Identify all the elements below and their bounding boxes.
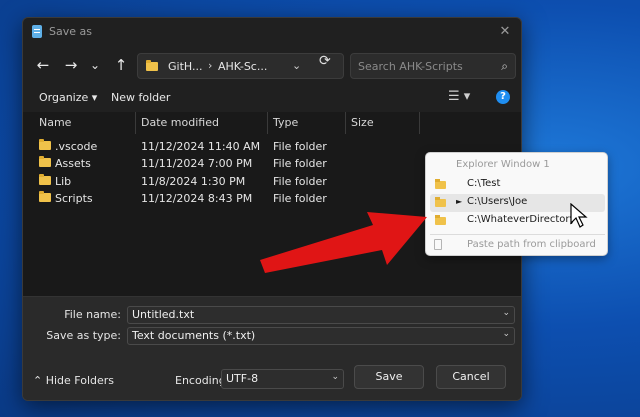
title-bar: Save as ✕ [23,18,521,48]
file-name: Scripts [55,192,93,205]
mouse-cursor-icon [570,203,588,228]
column-divider[interactable] [345,112,346,134]
menu-item-label: C:\WhateverDirectory [467,214,576,225]
encoding-select[interactable]: UTF-8 ⌄ [221,369,344,389]
organize-button[interactable]: Organize ▾ [39,91,97,104]
hide-folders-button[interactable]: ⌃ Hide Folders [33,374,114,387]
address-bar[interactable]: GitH... › AHK-Sc... ⌄ [137,53,344,79]
breadcrumb-separator-icon: › [208,59,213,72]
folder-icon [435,215,446,225]
folder-icon [146,60,158,71]
column-divider[interactable] [267,112,268,134]
column-divider[interactable] [419,112,420,134]
paste-path-menu-item[interactable]: Paste path from clipboard [467,239,596,250]
red-arrow-icon [260,212,427,273]
back-button[interactable]: ← [33,55,53,75]
menu-item-test[interactable]: C:\Test [430,176,605,194]
file-name: Lib [55,175,72,188]
breadcrumb-ahk-scripts[interactable]: AHK-Sc... [218,60,267,73]
column-header-date[interactable]: Date modified [141,112,219,134]
close-button[interactable]: ✕ [495,22,515,42]
new-folder-button[interactable]: New folder [111,91,170,104]
column-header-size[interactable]: Size [351,112,374,134]
folder-icon [435,197,446,207]
clipboard-icon [434,239,442,250]
folder-icon [39,174,51,185]
file-name: .vscode [55,140,98,153]
current-marker-icon: ► [456,197,463,206]
file-type: File folder [273,192,327,205]
address-dropdown-icon[interactable]: ⌄ [292,59,301,72]
popup-title: Explorer Window 1 [456,159,550,170]
column-divider[interactable] [135,112,136,134]
breadcrumb-github[interactable]: GitH... [168,60,202,73]
recent-locations-button[interactable]: ⌄ [85,55,105,75]
notepad-icon [32,25,42,38]
folder-icon [39,191,51,202]
save-as-type-value[interactable]: Text documents (*.txt) [132,329,255,342]
file-name-value[interactable]: Untitled.txt [132,308,194,321]
file-date: 11/8/2024 1:30 PM [141,175,246,188]
folder-icon [435,179,446,189]
file-type: File folder [273,140,327,153]
folder-icon [39,156,51,167]
search-icon[interactable]: ⌕ [501,59,508,74]
file-name-label: File name: [64,308,121,321]
menu-item-label: C:\Test [467,178,501,189]
folder-icon [39,139,51,150]
column-header-type[interactable]: Type [273,112,298,134]
column-header-name[interactable]: Name [39,112,71,134]
save-options-panel: File name: Untitled.txt ⌄ Save as type: … [23,296,521,400]
up-button[interactable]: ↑ [111,55,131,75]
save-as-type-label: Save as type: [46,329,121,342]
search-placeholder[interactable]: Search AHK-Scripts [358,60,463,73]
file-type: File folder [273,157,327,170]
menu-separator [430,234,605,235]
red-arrow-shape [260,212,427,273]
dialog-title: Save as [49,25,92,38]
view-options-icon[interactable]: ☰ ▾ [448,89,470,104]
file-date: 11/12/2024 8:43 PM [141,192,253,205]
encoding-value[interactable]: UTF-8 [226,372,258,385]
chevron-down-icon[interactable]: ⌄ [331,372,339,382]
menu-item-label: C:\Users\Joe [467,196,528,207]
forward-button[interactable]: → [61,55,81,75]
search-box[interactable]: Search AHK-Scripts ⌕ [350,53,516,79]
file-date: 11/11/2024 7:00 PM [141,157,253,170]
cancel-button[interactable]: Cancel [436,365,506,389]
help-icon[interactable]: ? [496,90,510,104]
file-date: 11/12/2024 11:40 AM [141,140,261,153]
file-name-field[interactable]: Untitled.txt ⌄ [127,306,515,324]
command-bar: Organize ▾ New folder ☰ ▾ ? [23,84,521,112]
save-as-type-select[interactable]: Text documents (*.txt) ⌄ [127,327,515,345]
file-type: File folder [273,175,327,188]
chevron-down-icon[interactable]: ⌄ [502,329,510,339]
chevron-down-icon[interactable]: ⌄ [502,308,510,318]
save-button[interactable]: Save [354,365,424,389]
file-name: Assets [55,157,91,170]
refresh-icon[interactable]: ⟳ [319,53,331,69]
